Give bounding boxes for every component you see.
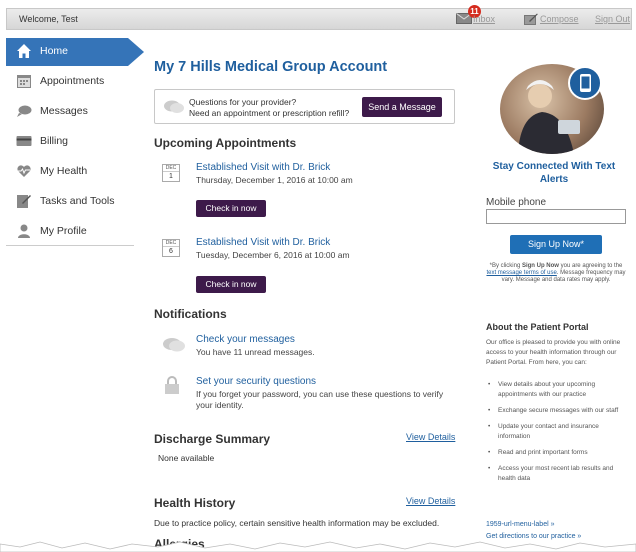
health-history-view-details-link[interactable]: View Details <box>406 496 455 506</box>
welcome-text: Welcome, Test <box>19 14 78 24</box>
about-portal-intro: Our office is pleased to provide you wit… <box>486 339 621 366</box>
mobile-phone-input[interactable] <box>486 209 626 224</box>
chat-bubble-icon <box>163 338 185 352</box>
provider-subquestion: Need an appointment or prescription refi… <box>189 108 350 118</box>
appointment-datetime: Tuesday, December 6, 2016 at 10:00 am <box>196 250 350 260</box>
credit-card-icon <box>16 136 32 146</box>
sidebar-divider <box>6 245 134 246</box>
notifications-heading: Notifications <box>154 307 227 321</box>
phone-badge <box>568 66 602 100</box>
calendar-date-icon: DEC 6 <box>162 239 180 257</box>
sidebar-item-label: Messages <box>40 105 88 117</box>
discharge-summary-text: None available <box>158 453 215 463</box>
terms-of-use-link[interactable]: text message terms of use <box>486 270 556 276</box>
sidebar-item-home[interactable]: Home <box>6 38 144 66</box>
discharge-view-details-link[interactable]: View Details <box>406 432 455 442</box>
top-bar: Welcome, Test 11 Inbox Compose Sign Out <box>6 5 632 30</box>
compose-icon[interactable] <box>524 13 538 25</box>
check-messages-link[interactable]: Check your messages <box>196 334 295 345</box>
sidebar-item-label: Tasks and Tools <box>40 195 115 207</box>
page-title: My 7 Hills Medical Group Account <box>154 59 388 75</box>
check-in-button[interactable]: Check in now <box>196 276 266 293</box>
sidebar-item-messages[interactable]: Messages <box>6 98 134 126</box>
health-history-text: Due to practice policy, certain sensitiv… <box>154 518 440 528</box>
notification-text: You have 11 unread messages. <box>196 347 315 357</box>
check-in-button[interactable]: Check in now <box>196 200 266 217</box>
notification-text: If you forget your password, you can use… <box>196 389 444 410</box>
tasks-icon <box>17 195 31 208</box>
inbox-link[interactable]: Inbox <box>473 14 495 24</box>
provider-message-box: Questions for your provider? Need an app… <box>154 89 455 124</box>
list-item: Update your contact and insurance inform… <box>486 422 626 442</box>
torn-edge-decoration <box>0 541 636 552</box>
sidebar-item-my-health[interactable]: My Health <box>6 158 134 186</box>
sign-up-now-button[interactable]: Sign Up Now* <box>510 235 602 254</box>
person-icon <box>18 224 30 238</box>
compose-link[interactable]: Compose <box>540 14 579 24</box>
chat-bubble-icon <box>17 105 32 117</box>
mobile-phone-label: Mobile phone <box>486 197 547 208</box>
upcoming-appointments-heading: Upcoming Appointments <box>154 136 297 150</box>
list-item: Read and print important forms <box>486 448 626 458</box>
sidebar-item-my-profile[interactable]: My Profile <box>6 218 134 246</box>
appointment-datetime: Thursday, December 1, 2016 at 10:00 am <box>196 175 353 185</box>
sidebar-item-label: My Health <box>40 165 88 177</box>
sidebar-item-label: Home <box>40 45 69 57</box>
calendar-icon <box>17 75 31 88</box>
sidebar-item-tasks-and-tools[interactable]: Tasks and Tools <box>6 188 134 216</box>
sidebar-item-billing[interactable]: Billing <box>6 128 134 156</box>
sidebar-item-label: Appointments <box>40 75 105 87</box>
list-item: Access your most recent lab results and … <box>486 464 626 484</box>
sign-out-link[interactable]: Sign Out <box>595 14 630 24</box>
appointment-title[interactable]: Established Visit with Dr. Brick <box>196 237 330 248</box>
url-menu-link[interactable]: 1959-url-menu-label » <box>486 521 554 528</box>
mobile-phone-icon <box>580 74 591 92</box>
sms-disclaimer: *By clicking Sign Up Now you are agreein… <box>486 263 626 283</box>
provider-question: Questions for your provider? <box>189 97 297 107</box>
sidebar-item-appointments[interactable]: Appointments <box>6 68 134 96</box>
text-alerts-heading: Stay Connected With Text Alerts <box>492 161 616 185</box>
calendar-date-icon: DEC 1 <box>162 164 180 182</box>
lock-icon <box>165 376 179 394</box>
heartbeat-icon <box>17 165 31 177</box>
sidebar: Home Appointments Messages Billing My He… <box>6 38 144 246</box>
health-history-heading: Health History <box>154 496 236 510</box>
list-item: View details about your upcoming appoint… <box>486 380 626 400</box>
send-message-button[interactable]: Send a Message <box>362 97 442 117</box>
about-portal-list: View details about your upcoming appoint… <box>486 380 626 490</box>
security-questions-link[interactable]: Set your security questions <box>196 376 316 387</box>
about-portal-heading: About the Patient Portal <box>486 322 589 332</box>
chat-bubble-icon <box>164 100 184 113</box>
home-icon <box>17 44 31 58</box>
discharge-summary-heading: Discharge Summary <box>154 432 271 446</box>
sidebar-item-label: My Profile <box>40 225 87 237</box>
list-item: Exchange secure messages with our staff <box>486 406 626 416</box>
sidebar-item-label: Billing <box>40 135 69 147</box>
appointment-title[interactable]: Established Visit with Dr. Brick <box>196 162 330 173</box>
